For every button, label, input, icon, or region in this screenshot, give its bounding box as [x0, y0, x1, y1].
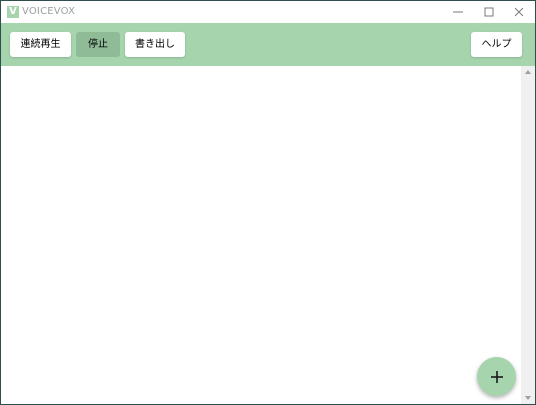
close-icon: [514, 7, 524, 17]
vertical-scrollbar[interactable]: [521, 66, 535, 404]
app-window: V VOICEVOX 連続再生 停止 書き出し ヘルプ: [0, 0, 536, 405]
window-title: VOICEVOX: [22, 6, 76, 17]
app-logo-icon: V: [7, 6, 19, 18]
plus-icon: [490, 370, 503, 383]
chevron-down-icon: [525, 396, 531, 400]
help-button[interactable]: ヘルプ: [471, 32, 522, 57]
minimize-icon: [453, 11, 463, 13]
export-button[interactable]: 書き出し: [125, 32, 185, 57]
stop-button[interactable]: 停止: [76, 32, 120, 57]
maximize-button[interactable]: [474, 1, 504, 23]
close-button[interactable]: [504, 1, 534, 23]
scroll-up-button[interactable]: [521, 66, 535, 78]
add-audio-cell-button[interactable]: [477, 357, 516, 396]
play-all-button[interactable]: 連続再生: [10, 32, 71, 57]
scroll-down-button[interactable]: [521, 392, 535, 404]
minimize-button[interactable]: [443, 1, 473, 23]
chevron-up-icon: [525, 70, 531, 74]
maximize-icon: [484, 7, 494, 17]
audio-cell-list[interactable]: [1, 66, 521, 404]
main-toolbar: 連続再生 停止 書き出し ヘルプ: [1, 23, 535, 66]
title-bar[interactable]: V VOICEVOX: [1, 1, 535, 23]
